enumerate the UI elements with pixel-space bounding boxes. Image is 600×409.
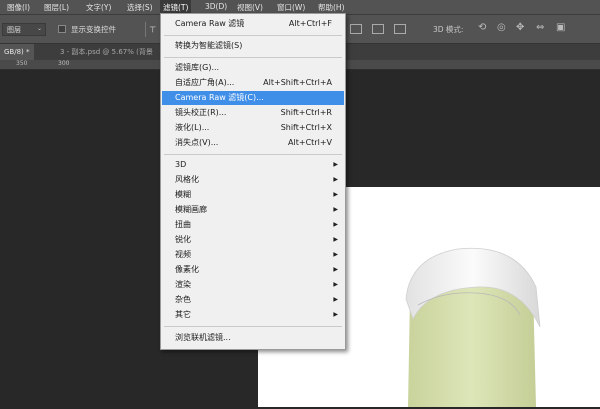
menu-item-video[interactable]: 视频 ▶ (162, 248, 344, 262)
menu-item-vanishing-point[interactable]: 消失点(V)... Alt+Ctrl+V (162, 136, 344, 150)
menu-item-blur[interactable]: 模糊 ▶ (162, 188, 344, 202)
menu-separator (164, 154, 342, 155)
menu-item-render[interactable]: 渲染 ▶ (162, 278, 344, 292)
submenu-arrow-icon: ▶ (333, 296, 338, 303)
menu-item-label: 模糊 (175, 190, 191, 199)
menu-view[interactable]: 视图(V) (237, 2, 263, 13)
3d-roll-icon[interactable]: ◎ (497, 22, 506, 33)
menu-separator (164, 57, 342, 58)
menu-item-label: 转换为智能滤镜(S) (175, 41, 243, 50)
submenu-arrow-icon: ▶ (333, 206, 338, 213)
menu-item-label: 模糊画廊 (175, 205, 207, 214)
menu-help[interactable]: 帮助(H) (318, 2, 345, 13)
menu-item-label: 其它 (175, 310, 191, 319)
toolbar-divider (145, 22, 146, 37)
menu-item-label: 锐化 (175, 235, 191, 244)
chevron-down-icon: ⌄ (36, 25, 42, 32)
menu-item-label: 杂色 (175, 295, 191, 304)
menu-item-label: 渲染 (175, 280, 191, 289)
menu-item-adaptive-wide-angle[interactable]: 自适应广角(A)... Alt+Shift+Ctrl+A (162, 76, 344, 90)
menu-item-other[interactable]: 其它 ▶ (162, 308, 344, 322)
menu-item-pixelate[interactable]: 像素化 ▶ (162, 263, 344, 277)
tab-document-1[interactable]: GB/8) * (0, 44, 34, 60)
menu-item-shortcut: Alt+Ctrl+V (288, 138, 332, 147)
menu-item-label: 滤镜库(G)... (175, 63, 220, 72)
menu-separator (164, 35, 342, 36)
menu-item-stylize[interactable]: 风格化 ▶ (162, 173, 344, 187)
menu-item-shortcut: Shift+Ctrl+X (280, 123, 332, 132)
menu-item-label: 镜头校正(R)... (175, 108, 227, 117)
menu-type[interactable]: 文字(Y) (86, 2, 111, 13)
submenu-arrow-icon: ▶ (333, 281, 338, 288)
menu-item-label: 像素化 (175, 265, 199, 274)
menu-item-label: 扭曲 (175, 220, 191, 229)
menu-item-sharpen[interactable]: 锐化 ▶ (162, 233, 344, 247)
menu-item-blur-gallery[interactable]: 模糊画廊 ▶ (162, 203, 344, 217)
menu-item-distort[interactable]: 扭曲 ▶ (162, 218, 344, 232)
3d-mode-label: 3D 模式: (433, 25, 464, 34)
ruler-label: 350 (16, 60, 28, 67)
menu-item-label: 3D (175, 160, 187, 169)
show-transform-checkbox[interactable] (58, 25, 66, 33)
menu-item-noise[interactable]: 杂色 ▶ (162, 293, 344, 307)
submenu-arrow-icon: ▶ (333, 176, 338, 183)
layer-select-dropdown[interactable]: 图层 ⌄ (2, 23, 46, 36)
menu-item-label: 浏览联机滤镜... (175, 333, 231, 342)
menu-item-camera-raw-filter[interactable]: Camera Raw 滤镜(C)... (162, 91, 344, 105)
menu-layer[interactable]: 图层(L) (44, 2, 69, 13)
menu-3d[interactable]: 3D(D) (205, 2, 227, 11)
tab-document-2[interactable]: 3 - 副本.psd @ 5.67% (背景 (56, 44, 157, 60)
ruler-label: 300 (58, 60, 70, 67)
menu-separator (164, 326, 342, 327)
menu-item-convert-smart-filter[interactable]: 转换为智能滤镜(S) (162, 39, 344, 53)
submenu-arrow-icon: ▶ (333, 236, 338, 243)
3d-slide-icon[interactable]: ⇔ (536, 22, 544, 33)
submenu-arrow-icon: ▶ (333, 251, 338, 258)
submenu-arrow-icon: ▶ (333, 191, 338, 198)
distribute-icon[interactable] (350, 24, 362, 34)
show-transform-label: 显示变换控件 (71, 25, 116, 34)
3d-scale-icon[interactable]: ▣ (556, 22, 565, 33)
distribute-icon[interactable] (372, 24, 384, 34)
3d-rotate-icon[interactable]: ⟲ (478, 22, 486, 33)
menu-item-shortcut: Shift+Ctrl+R (280, 108, 332, 117)
submenu-arrow-icon: ▶ (333, 161, 338, 168)
menu-item-camera-raw-last[interactable]: Camera Raw 滤镜 Alt+Ctrl+F (162, 17, 344, 31)
menu-item-label: 消失点(V)... (175, 138, 219, 147)
menu-item-label: 自适应广角(A)... (175, 78, 235, 87)
menu-item-label: 风格化 (175, 175, 199, 184)
menu-item-liquify[interactable]: 液化(L)... Shift+Ctrl+X (162, 121, 344, 135)
menu-item-label: Camera Raw 滤镜 (175, 19, 245, 28)
distribute-icon[interactable] (394, 24, 406, 34)
menu-select[interactable]: 选择(S) (127, 2, 153, 13)
menu-image[interactable]: 图像(I) (7, 2, 30, 13)
menu-window[interactable]: 窗口(W) (277, 2, 305, 13)
menu-item-label: Camera Raw 滤镜(C)... (175, 93, 264, 102)
menu-item-label: 液化(L)... (175, 123, 210, 132)
menu-item-browse-online-filters[interactable]: 浏览联机滤镜... (162, 331, 344, 345)
menu-item-shortcut: Alt+Shift+Ctrl+A (263, 78, 332, 87)
menu-item-lens-correction[interactable]: 镜头校正(R)... Shift+Ctrl+R (162, 106, 344, 120)
submenu-arrow-icon: ▶ (333, 311, 338, 318)
menu-item-3d[interactable]: 3D ▶ (162, 158, 344, 172)
filter-dropdown-menu: Camera Raw 滤镜 Alt+Ctrl+F 转换为智能滤镜(S) 滤镜库(… (160, 13, 346, 350)
menu-item-label: 视频 (175, 250, 191, 259)
align-top-icon[interactable]: ┬ (150, 23, 155, 33)
submenu-arrow-icon: ▶ (333, 266, 338, 273)
menu-item-shortcut: Alt+Ctrl+F (288, 19, 332, 28)
menu-item-filter-gallery[interactable]: 滤镜库(G)... (162, 61, 344, 75)
layer-select-value: 图层 (7, 26, 21, 34)
submenu-arrow-icon: ▶ (333, 221, 338, 228)
3d-pan-icon[interactable]: ✥ (516, 22, 524, 33)
